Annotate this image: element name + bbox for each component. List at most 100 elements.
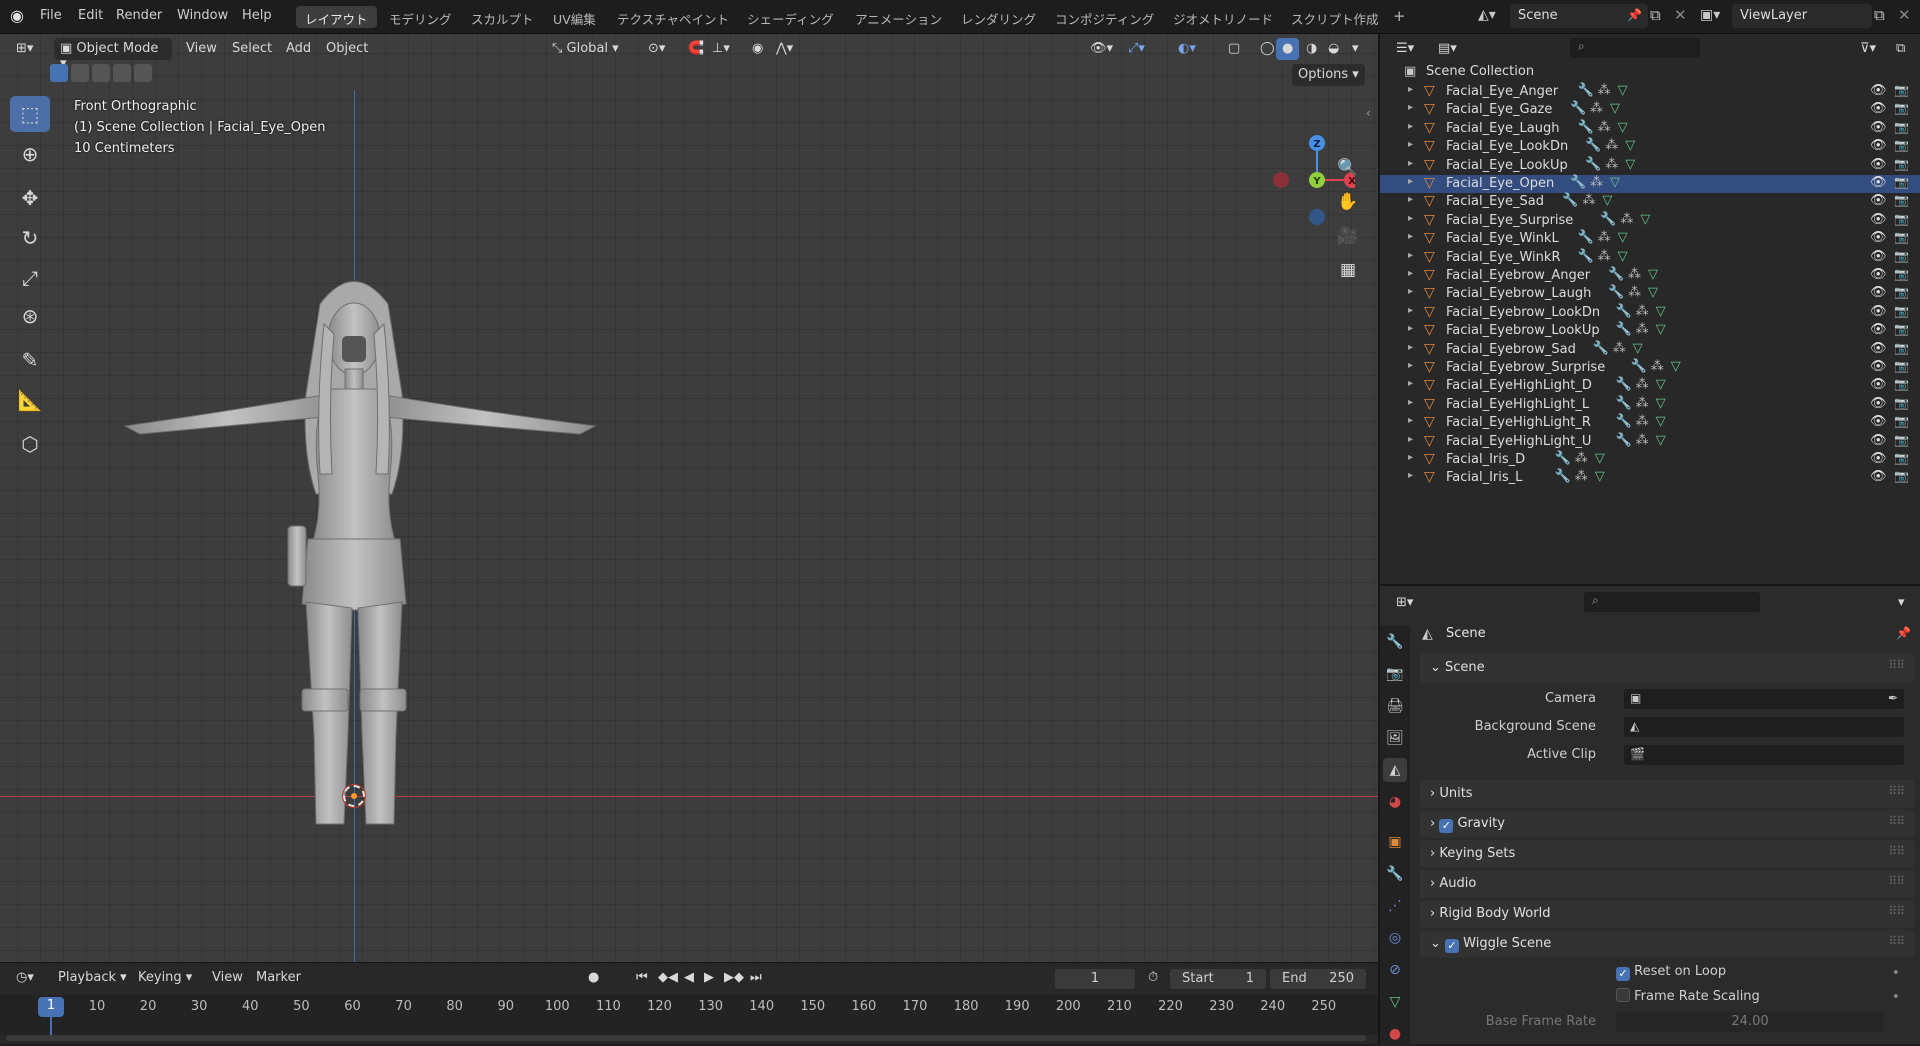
render-tab-icon[interactable]: 📷 [1383, 662, 1407, 686]
3d-viewport[interactable]: ⊞▾ ▣ Object Mode ▾ View Select Add Objec… [0, 34, 1378, 962]
mesh-data-icon[interactable]: ▽ [1618, 83, 1628, 98]
filter-icon[interactable]: ⊽▾ [1854, 38, 1882, 60]
blender-logo-icon[interactable]: ◉ [10, 6, 24, 25]
particles-tab-icon[interactable]: ⋰ [1383, 894, 1407, 918]
mesh-data-icon[interactable]: ▽ [1602, 193, 1612, 208]
timeline-editor[interactable]: ◷▾ Playback ▾ Keying ▾ View Marker ● ⏮ ◆… [0, 962, 1378, 1044]
character-model[interactable] [120, 264, 600, 834]
visibility-eye-icon[interactable]: 👁 [1870, 377, 1887, 392]
mesh-data-icon[interactable]: ▽ [1656, 414, 1666, 429]
outliner-item[interactable]: ▸ ▽ Facial_Eyebrow_Laugh 🔧 ⁂ ▽ 👁 📷 [1380, 285, 1920, 303]
render-camera-icon[interactable]: 📷 [1894, 175, 1909, 189]
modifier-icon[interactable]: 🔧 [1585, 138, 1601, 153]
view-layer-icon[interactable]: ▣▾ [1700, 7, 1720, 23]
outliner[interactable]: ☰▾ ▤▾ ⌕ ⊽▾ ⧉ ▣ Scene Collection ▸ ▽ Facial… [1378, 34, 1920, 584]
expand-arrow-icon[interactable]: ▸ [1408, 452, 1413, 463]
menu-edit[interactable]: Edit [78, 8, 103, 23]
expand-arrow-icon[interactable]: ▸ [1408, 323, 1413, 334]
outliner-item[interactable]: ▸ ▽ Facial_Eyebrow_LookDn 🔧 ⁂ ▽ 👁 📷 [1380, 304, 1920, 322]
camera-view-icon[interactable]: 🎥 [1334, 222, 1362, 250]
visibility-icon[interactable]: 👁▾ [1084, 38, 1119, 60]
render-camera-icon[interactable]: 📷 [1894, 83, 1909, 97]
render-camera-icon[interactable]: 📷 [1894, 377, 1909, 391]
panel-grip-icon[interactable]: ⠿⠿ [1888, 658, 1905, 672]
vertex-groups-icon[interactable]: ⁂ [1628, 267, 1641, 282]
jump-start-icon[interactable]: ⏮ [630, 967, 654, 989]
modifier-icon[interactable]: 🔧 [1570, 175, 1586, 190]
render-camera-icon[interactable]: 📷 [1894, 322, 1909, 336]
zoom-icon[interactable]: 🔍 [1334, 154, 1362, 182]
mesh-data-icon[interactable]: ▽ [1633, 341, 1643, 356]
reset-on-loop-row[interactable]: ✓ Reset on Loop [1616, 964, 1726, 981]
jump-end-icon[interactable]: ⏭ [744, 967, 768, 989]
view-layer-field[interactable]: ViewLayer [1732, 4, 1872, 28]
select-difference-icon[interactable] [113, 64, 131, 82]
modifier-icon[interactable]: 🔧 [1616, 377, 1632, 392]
modifier-icon[interactable]: 🔧 [1555, 451, 1571, 466]
visibility-eye-icon[interactable]: 👁 [1870, 212, 1887, 227]
scene-panel-header[interactable]: ⌄ Scene ⠿⠿ [1420, 654, 1914, 682]
mode-dropdown[interactable]: ▣ Object Mode ▾ [54, 38, 172, 71]
mesh-data-icon[interactable]: ▽ [1595, 469, 1605, 484]
mesh-data-icon[interactable]: ▽ [1656, 396, 1666, 411]
select-new-icon[interactable] [50, 64, 68, 82]
menu-playback[interactable]: Playback ▾ [52, 967, 133, 989]
render-camera-icon[interactable]: 📷 [1894, 138, 1909, 152]
scene-tab-icon[interactable]: ◭ [1383, 758, 1407, 782]
visibility-eye-icon[interactable]: 👁 [1870, 83, 1887, 98]
render-camera-icon[interactable]: 📷 [1894, 267, 1909, 281]
reset-on-loop-checkbox[interactable]: ✓ [1616, 967, 1630, 981]
mesh-data-icon[interactable]: ▽ [1656, 433, 1666, 448]
physics-tab-icon[interactable]: ◎ [1383, 926, 1407, 950]
shading-material-icon[interactable]: ◑ [1300, 38, 1323, 60]
mesh-data-icon[interactable]: ▽ [1610, 175, 1620, 190]
shading-solid-icon[interactable]: ● [1276, 38, 1300, 60]
keying-grip-icon[interactable]: ⠿⠿ [1888, 844, 1905, 858]
mesh-data-icon[interactable]: ▽ [1610, 101, 1620, 116]
vertex-groups-icon[interactable]: ⁂ [1598, 230, 1611, 245]
render-camera-icon[interactable]: 📷 [1894, 469, 1909, 483]
menu-window[interactable]: Window [177, 8, 228, 23]
expand-arrow-icon[interactable]: ▸ [1408, 176, 1413, 187]
pan-hand-icon[interactable]: ✋ [1334, 188, 1362, 216]
keying-sets-section[interactable]: › Keying Sets ⠿⠿ [1420, 840, 1914, 868]
select-subtract-icon[interactable] [92, 64, 110, 82]
playhead[interactable]: 1 [38, 997, 64, 1017]
world-tab-icon[interactable]: ◕ [1383, 790, 1407, 814]
menu-file[interactable]: File [40, 8, 62, 23]
vertex-groups-icon[interactable]: ⁂ [1651, 359, 1664, 374]
play-reverse-icon[interactable]: ◀ [678, 967, 700, 989]
eyedropper-icon[interactable]: ✒ [1888, 691, 1898, 705]
shading-rendered-icon[interactable]: ◒ [1322, 38, 1345, 60]
vertex-groups-icon[interactable]: ⁂ [1636, 414, 1649, 429]
gravity-checkbox[interactable]: ✓ [1439, 819, 1454, 833]
modifier-icon[interactable]: 🔧 [1616, 322, 1632, 337]
outliner-item[interactable]: ▸ ▽ Facial_EyeHighLight_R 🔧 ⁂ ▽ 👁 📷 [1380, 414, 1920, 432]
scene-collection-row[interactable]: ▣ Scene Collection [1380, 61, 1920, 83]
vertex-groups-icon[interactable]: ⁂ [1636, 322, 1649, 337]
expand-arrow-icon[interactable]: ▸ [1408, 84, 1413, 95]
visibility-eye-icon[interactable]: 👁 [1870, 230, 1887, 245]
mesh-data-icon[interactable]: ▽ [1618, 230, 1628, 245]
wiggle-scene-section[interactable]: ⌄ ✓ Wiggle Scene ⠿⠿ [1420, 930, 1914, 958]
expand-arrow-icon[interactable]: ▸ [1408, 194, 1413, 205]
delete-view-layer-icon[interactable]: ✕ [1898, 6, 1911, 24]
units-section[interactable]: › Units ⠿⠿ [1420, 780, 1914, 808]
expand-arrow-icon[interactable]: ▸ [1408, 139, 1413, 150]
menu-render[interactable]: Render [116, 8, 162, 23]
modifier-icon[interactable]: 🔧 [1616, 414, 1632, 429]
modifier-icon[interactable]: 🔧 [1600, 212, 1616, 227]
menu-select[interactable]: Select [226, 38, 278, 60]
scale-tool-icon[interactable]: ⤢ [10, 260, 50, 296]
expand-arrow-icon[interactable]: ▸ [1408, 231, 1413, 242]
vertex-groups-icon[interactable]: ⁂ [1598, 83, 1611, 98]
mesh-data-icon[interactable]: ▽ [1595, 451, 1605, 466]
pivot-point-icon[interactable]: ⊙▾ [642, 38, 671, 60]
vertex-groups-icon[interactable]: ⁂ [1620, 212, 1633, 227]
expand-arrow-icon[interactable]: ▸ [1408, 102, 1413, 113]
vertex-groups-icon[interactable]: ⁂ [1590, 101, 1603, 116]
mesh-data-icon[interactable]: ▽ [1618, 120, 1628, 135]
modifier-icon[interactable]: 🔧 [1578, 120, 1594, 135]
units-grip-icon[interactable]: ⠿⠿ [1888, 784, 1905, 798]
falloff-icon[interactable]: ⋀▾ [770, 38, 799, 60]
